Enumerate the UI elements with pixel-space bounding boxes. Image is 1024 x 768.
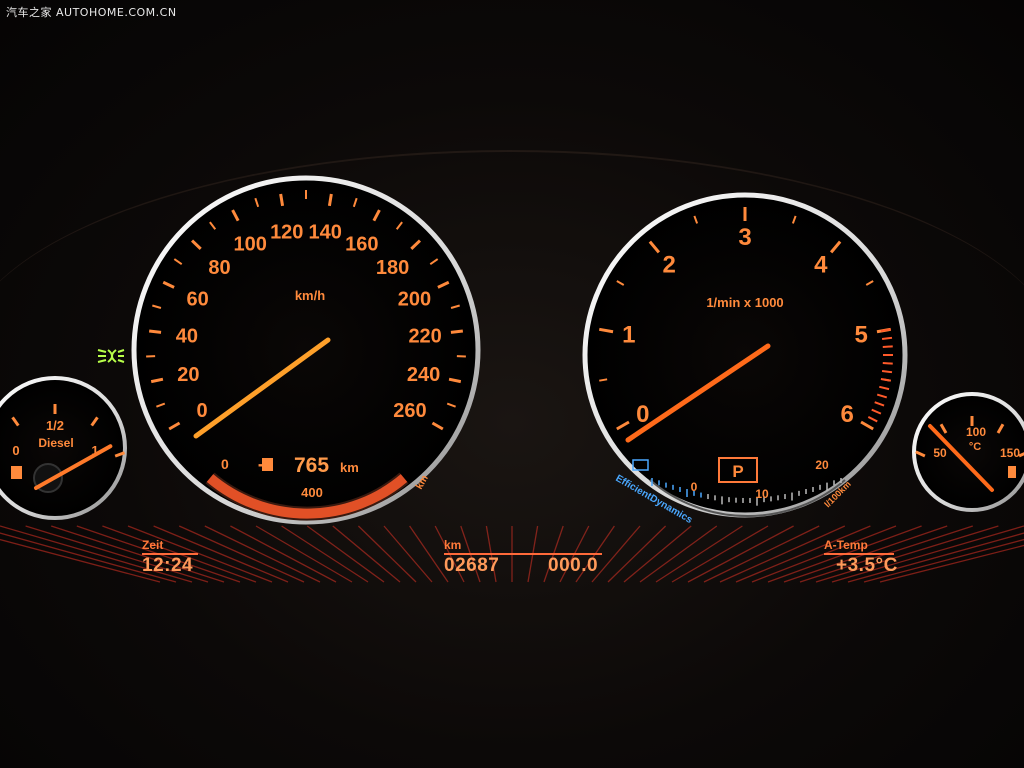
temp-label-100: 100 (966, 425, 986, 439)
speedometer-unit: km/h (295, 288, 325, 303)
redline-tick (881, 370, 893, 374)
speed-label: 120 (270, 222, 303, 244)
clock-label: Zeit (142, 538, 164, 552)
fuel-gauge: 0 1/2 1 Diesel (0, 376, 127, 520)
rpm-tick (599, 378, 608, 382)
info-display: Zeit 12:24 km 02687 000.0 A-Temp +3.5°C (120, 520, 910, 586)
outside-temp-label: A-Temp (824, 538, 868, 552)
tachometer: 0123456 1/min x 1000 P 0 10 20 l/100km E… (582, 192, 908, 526)
redline-tick (882, 362, 893, 365)
temp-label-150: 150 (1000, 446, 1020, 460)
fuel-pump-icon (11, 466, 22, 479)
consumption-label-10: 10 (755, 487, 769, 501)
speed-label: 260 (393, 400, 426, 422)
tachometer-unit: 1/min x 1000 (706, 295, 783, 310)
odometer-value: 02687 (444, 555, 500, 576)
speed-tick (450, 329, 464, 334)
speed-label: 80 (208, 257, 230, 279)
speed-tick (279, 193, 285, 207)
consumption-label-20: 20 (815, 458, 829, 472)
speed-tick (148, 329, 162, 334)
rpm-label: 2 (662, 252, 675, 279)
speed-label: 60 (186, 289, 208, 311)
temp-label-50: 50 (933, 446, 947, 460)
trip-value: 000.0 (548, 555, 599, 576)
range-scale-mid: 400 (301, 485, 323, 500)
speed-label: 140 (309, 222, 342, 244)
gear-indicator: P (732, 462, 743, 481)
fuel-type-label: Diesel (38, 436, 73, 450)
outside-temp-value: +3.5°C (836, 555, 898, 576)
temp-unit: °C (969, 441, 981, 453)
clock-value: 12:24 (142, 555, 194, 576)
fuel-label-empty: 0 (12, 443, 19, 458)
speed-label: 240 (407, 364, 440, 386)
temperature-gauge: 50 100 150 °C (912, 392, 1024, 512)
speed-label: 100 (234, 234, 267, 256)
rpm-label: 6 (841, 401, 854, 428)
low-beam-indicator-icon (97, 349, 125, 363)
range-value: 765 (294, 454, 329, 477)
fuel-label-half: 1/2 (46, 418, 64, 433)
rpm-label: 3 (738, 224, 751, 251)
speed-label: 20 (177, 364, 199, 386)
consumption-label-0: 0 (691, 480, 698, 494)
redline-tick (881, 336, 893, 340)
range-start: 0 (221, 456, 229, 472)
speed-tick (327, 193, 333, 207)
odometer-label: km (444, 538, 462, 552)
speed-label: 0 (197, 400, 208, 422)
redline-tick (882, 345, 893, 348)
speed-label: 180 (376, 257, 409, 279)
instrument-cluster: 020406080100120 140160180200220240260 km/… (0, 175, 1024, 583)
rpm-label: 4 (814, 252, 828, 279)
oil-temp-icon (1008, 466, 1016, 478)
speed-label: 220 (408, 326, 441, 348)
range-unit: km (340, 460, 359, 475)
rpm-label: 5 (855, 322, 868, 349)
rpm-label: 1 (622, 322, 635, 349)
fuel-pump-icon (262, 458, 273, 471)
speed-label: 200 (398, 289, 431, 311)
speedometer: 0 20 40 6080100120 140160180 200 220 240 260 km/… (131, 175, 481, 525)
speed-label: 160 (345, 234, 378, 256)
speed-label: 40 (176, 326, 198, 348)
